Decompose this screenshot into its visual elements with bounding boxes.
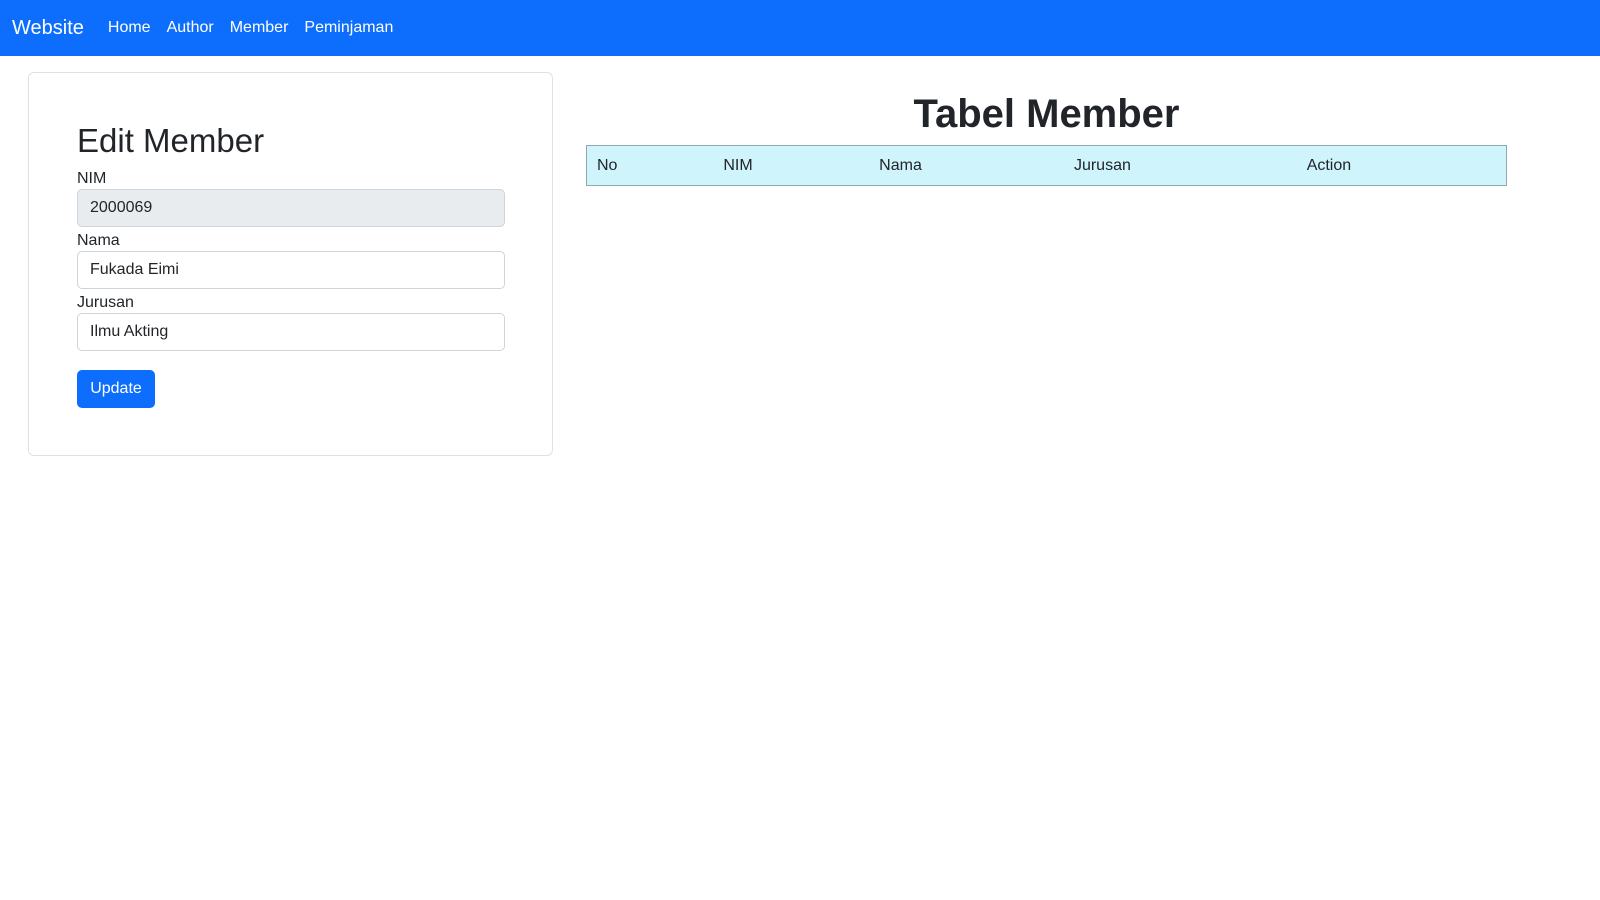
column-header-nim: NIM	[713, 145, 870, 186]
nim-input[interactable]	[77, 189, 505, 227]
jurusan-input[interactable]	[77, 313, 505, 351]
nav-link-home[interactable]: Home	[108, 19, 151, 37]
edit-member-card: Edit Member NIM Nama Jurusan Update	[28, 72, 553, 456]
table-title: Tabel Member	[913, 92, 1180, 136]
nama-input[interactable]	[77, 251, 505, 289]
member-table: No NIM Nama Jurusan Action	[586, 145, 1507, 186]
table-header-row: No NIM Nama Jurusan Action	[586, 145, 1507, 186]
nim-label: NIM	[77, 170, 107, 187]
navbar-brand[interactable]: Website	[12, 17, 84, 40]
jurusan-label: Jurusan	[77, 294, 134, 311]
column-header-jurusan: Jurusan	[1063, 145, 1297, 186]
update-button[interactable]: Update	[77, 370, 155, 408]
nav-link-peminjaman[interactable]: Peminjaman	[304, 19, 393, 37]
column-header-action: Action	[1296, 145, 1507, 186]
column-header-no: No	[586, 145, 714, 186]
column-header-nama: Nama	[869, 145, 1064, 186]
nama-label: Nama	[77, 232, 120, 249]
edit-member-title: Edit Member	[77, 122, 265, 159]
top-navbar: Website Home Author Member Peminjaman	[0, 0, 1600, 56]
nav-link-member[interactable]: Member	[230, 19, 289, 37]
nav-link-author[interactable]: Author	[167, 19, 214, 37]
